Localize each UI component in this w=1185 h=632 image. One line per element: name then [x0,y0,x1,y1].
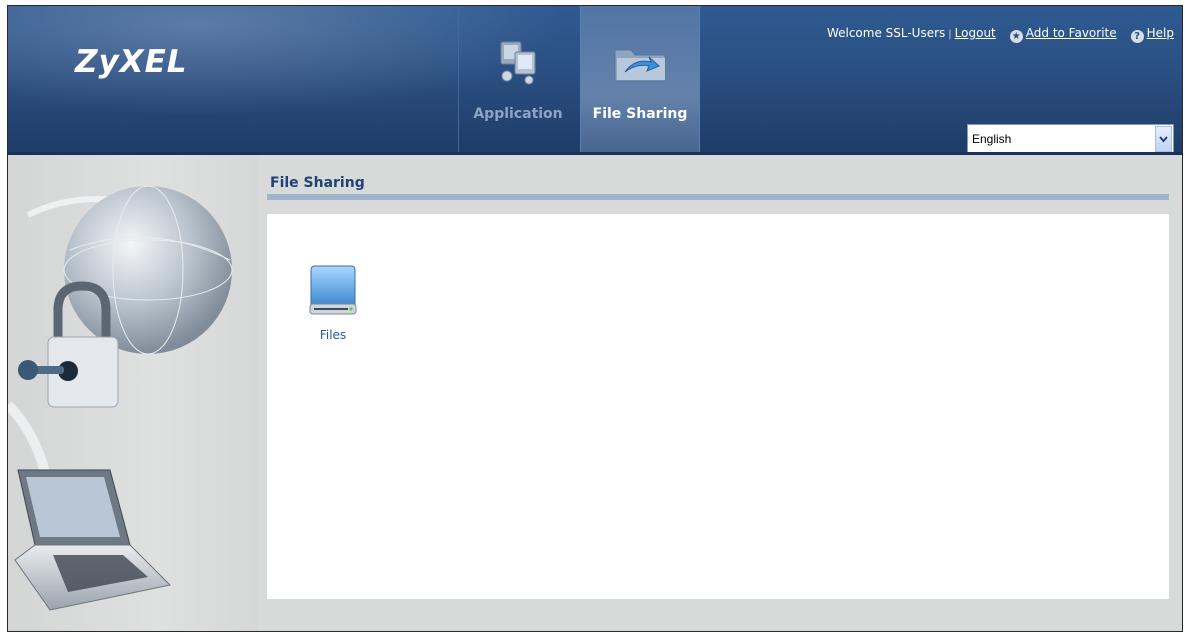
tab-application-label: Application [473,106,563,122]
files-label: Files [319,328,347,342]
globe-icon [64,186,232,354]
application-icon [459,36,577,86]
logout-link[interactable]: Logout [955,26,996,40]
content-panel: Files [267,214,1169,599]
hard-drive-icon [305,260,361,324]
link-separator: | [948,29,952,40]
header: ZyXEL Application File Sharing Welcome S… [8,6,1182,155]
favorite-icon: ★ [1009,30,1023,43]
file-sharing-icon [581,36,699,86]
title-divider [267,194,1169,200]
tab-application[interactable]: Application [458,6,577,154]
top-links: Welcome SSL-Users | Logout ★ Add to Favorite… [827,26,1174,43]
zyxel-logo: ZyXEL [75,44,188,80]
language-selected-value: English [972,132,1012,146]
app-window: ZyXEL Application File Sharing Welcome S… [7,5,1183,632]
tab-file-sharing-label: File Sharing [592,106,688,122]
help-link[interactable]: Help [1147,26,1174,40]
chevron-down-icon[interactable] [1155,126,1172,152]
help-icon: ? [1130,30,1144,43]
security-illustration [8,155,258,631]
tab-file-sharing[interactable]: File Sharing [580,6,700,154]
add-to-favorite-link[interactable]: Add to Favorite [1026,26,1117,40]
laptop-icon [14,469,172,611]
language-select[interactable]: English [967,124,1174,154]
welcome-text: Welcome SSL-Users [826,26,946,40]
page-title: File Sharing [270,175,365,191]
files-item[interactable]: Files [305,260,361,342]
